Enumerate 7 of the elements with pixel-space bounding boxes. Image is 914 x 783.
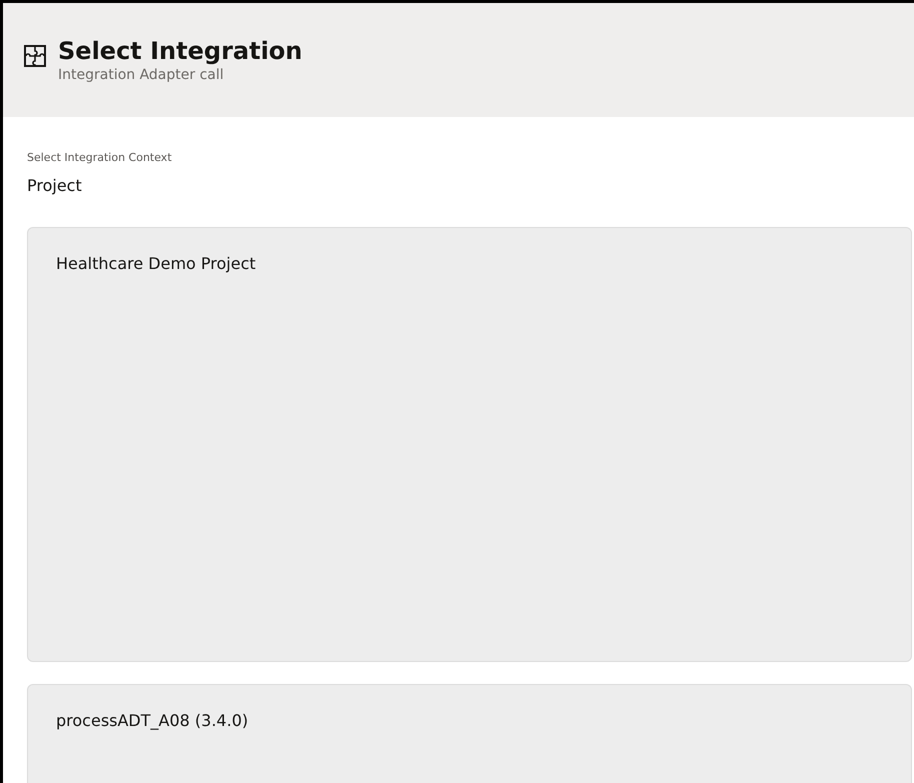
dialog-subtitle: Integration Adapter call	[58, 66, 225, 84]
selection-card[interactable]: Healthcare Demo Project	[27, 227, 912, 662]
puzzle-icon	[24, 45, 46, 67]
selection-card[interactable]: processADT_A08 (3.4.0)	[27, 684, 912, 783]
field-label: Select Integration Context	[27, 151, 173, 164]
field-value: Project	[27, 176, 83, 195]
dialog-title: Select Integration	[58, 36, 302, 66]
